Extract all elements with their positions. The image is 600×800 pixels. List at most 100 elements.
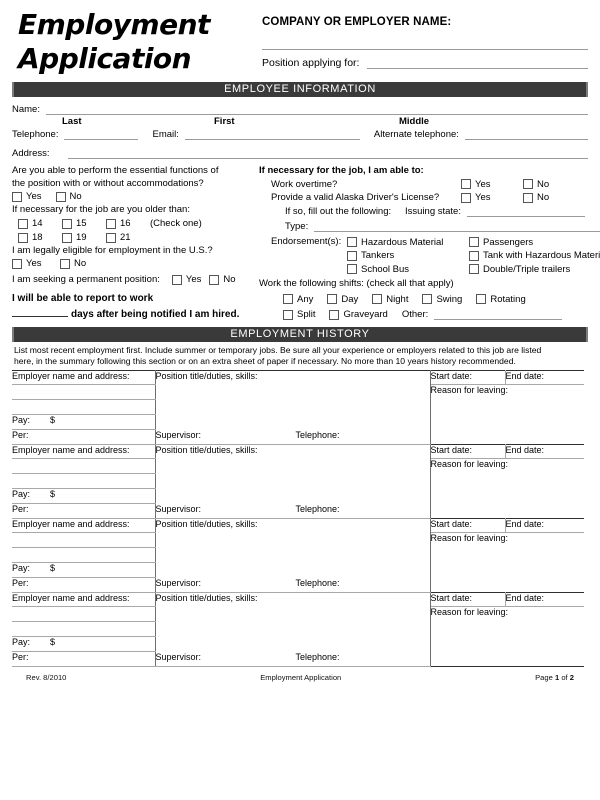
checkbox-icon[interactable] <box>476 294 487 305</box>
employer-address-line-1[interactable] <box>12 458 156 474</box>
employer-name-address-label-cell[interactable]: Employer name and address: <box>12 370 156 385</box>
pay-cell[interactable]: Pay: $ <box>12 488 156 504</box>
reason-for-leaving-area[interactable] <box>430 622 584 667</box>
employer-address-line-1[interactable] <box>12 384 156 400</box>
checkbox-icon[interactable] <box>469 237 479 248</box>
checkbox-icon[interactable] <box>18 218 28 229</box>
email-input-line[interactable] <box>184 128 360 140</box>
supervisor-telephone-cell[interactable]: Supervisor: Telephone: <box>155 651 431 667</box>
eligibility-yes-option[interactable]: Yes <box>12 257 60 271</box>
employer-address-line-2[interactable] <box>12 621 156 637</box>
supervisor-telephone-cell[interactable]: Supervisor: Telephone: <box>155 577 431 593</box>
checkbox-icon[interactable] <box>62 232 72 243</box>
endorsement-double-triple-option[interactable]: Double/Triple trailers <box>469 263 570 277</box>
employer-address-line-2[interactable] <box>12 547 156 563</box>
position-description-area[interactable] <box>155 532 431 578</box>
permanent-no-option[interactable]: No <box>209 273 236 287</box>
work-overtime-no-option[interactable]: No <box>523 178 549 192</box>
shift-swing-option[interactable]: Swing <box>422 293 462 307</box>
age-option-19[interactable]: 19 <box>62 231 106 245</box>
checkbox-icon[interactable] <box>12 192 22 202</box>
start-date-label-cell[interactable]: Start date: <box>430 518 506 533</box>
reason-for-leaving-area[interactable] <box>430 400 584 445</box>
end-date-label-cell[interactable]: End date: <box>505 518 584 533</box>
issuing-state-input-line[interactable] <box>466 206 585 217</box>
checkbox-icon[interactable] <box>283 309 293 320</box>
age-option-15[interactable]: 15 <box>62 217 106 231</box>
employer-name-address-label-cell[interactable]: Employer name and address: <box>12 518 156 533</box>
pay-cell[interactable]: Pay: $ <box>12 562 156 578</box>
start-date-label-cell[interactable]: Start date: <box>430 444 506 459</box>
endorsement-tank-hazardous-option[interactable]: Tank with Hazardous Materials <box>469 249 600 263</box>
position-applying-input-line[interactable] <box>367 57 588 69</box>
start-date-label-cell[interactable]: Start date: <box>430 370 506 385</box>
reason-for-leaving-area[interactable] <box>430 474 584 519</box>
endorsement-passengers-option[interactable]: Passengers <box>469 236 533 250</box>
shift-other-input-line[interactable] <box>434 309 563 321</box>
drivers-license-yes-option[interactable]: Yes <box>461 191 509 205</box>
checkbox-icon[interactable] <box>209 275 220 285</box>
position-title-label-cell[interactable]: Position title/duties, skills: <box>155 370 431 385</box>
checkbox-icon[interactable] <box>62 218 72 229</box>
reason-for-leaving-label-cell[interactable]: Reason for leaving: <box>430 533 584 548</box>
employer-name-address-label-cell[interactable]: Employer name and address: <box>12 592 156 607</box>
days-input-line[interactable] <box>12 306 68 317</box>
checkbox-icon[interactable] <box>347 237 357 248</box>
position-title-label-cell[interactable]: Position title/duties, skills: <box>155 518 431 533</box>
position-title-label-cell[interactable]: Position title/duties, skills: <box>155 592 431 607</box>
per-cell[interactable]: Per: <box>12 429 156 445</box>
reason-for-leaving-label-cell[interactable]: Reason for leaving: <box>430 459 584 474</box>
checkbox-icon[interactable] <box>372 294 383 305</box>
checkbox-icon[interactable] <box>461 179 471 190</box>
checkbox-icon[interactable] <box>469 264 479 275</box>
age-option-21[interactable]: 21 <box>106 231 150 245</box>
checkbox-icon[interactable] <box>461 192 471 203</box>
supervisor-telephone-cell[interactable]: Supervisor: Telephone: <box>155 429 431 445</box>
position-description-area[interactable] <box>155 458 431 504</box>
pay-cell[interactable]: Pay: $ <box>12 414 156 430</box>
permanent-yes-option[interactable]: Yes <box>171 273 201 287</box>
work-overtime-yes-option[interactable]: Yes <box>461 178 509 192</box>
alternate-telephone-input-line[interactable] <box>464 128 588 140</box>
shift-any-option[interactable]: Any <box>283 293 313 307</box>
position-description-area[interactable] <box>155 384 431 430</box>
checkbox-icon[interactable] <box>12 259 22 269</box>
checkbox-icon[interactable] <box>171 275 182 285</box>
age-option-14[interactable]: 14 <box>18 217 62 231</box>
telephone-input-line[interactable] <box>64 128 139 140</box>
employer-address-line-2[interactable] <box>12 399 156 415</box>
position-title-label-cell[interactable]: Position title/duties, skills: <box>155 444 431 459</box>
checkbox-icon[interactable] <box>327 294 338 305</box>
supervisor-telephone-cell[interactable]: Supervisor: Telephone: <box>155 503 431 519</box>
address-input-line[interactable] <box>67 147 588 159</box>
checkbox-icon[interactable] <box>347 264 357 275</box>
end-date-label-cell[interactable]: End date: <box>505 370 584 385</box>
employer-address-line-1[interactable] <box>12 606 156 622</box>
position-description-area[interactable] <box>155 606 431 652</box>
shift-rotating-option[interactable]: Rotating <box>476 293 526 307</box>
checkbox-icon[interactable] <box>523 192 533 203</box>
endorsement-hazardous-material-option[interactable]: Hazardous Material <box>347 236 455 250</box>
start-date-label-cell[interactable]: Start date: <box>430 592 506 607</box>
license-type-input-line[interactable] <box>314 221 600 233</box>
endorsement-school-bus-option[interactable]: School Bus <box>347 263 455 277</box>
checkbox-icon[interactable] <box>55 192 66 202</box>
checkbox-icon[interactable] <box>60 259 70 269</box>
shift-night-option[interactable]: Night <box>372 293 408 307</box>
checkbox-icon[interactable] <box>422 294 433 305</box>
end-date-label-cell[interactable]: End date: <box>505 444 584 459</box>
checkbox-icon[interactable] <box>106 218 116 229</box>
reason-for-leaving-area[interactable] <box>430 548 584 593</box>
checkbox-icon[interactable] <box>469 250 479 261</box>
checkbox-icon[interactable] <box>106 232 116 243</box>
essential-functions-yes-option[interactable]: Yes <box>12 190 42 204</box>
age-option-16[interactable]: 16 <box>106 217 150 231</box>
eligibility-no-option[interactable]: No <box>60 257 86 271</box>
per-cell[interactable]: Per: <box>12 577 156 593</box>
reason-for-leaving-label-cell[interactable]: Reason for leaving: <box>430 385 584 400</box>
checkbox-icon[interactable] <box>283 294 293 305</box>
checkbox-icon[interactable] <box>347 250 357 261</box>
employer-address-line-2[interactable] <box>12 473 156 489</box>
employer-name-address-label-cell[interactable]: Employer name and address: <box>12 444 156 459</box>
drivers-license-no-option[interactable]: No <box>523 191 549 205</box>
